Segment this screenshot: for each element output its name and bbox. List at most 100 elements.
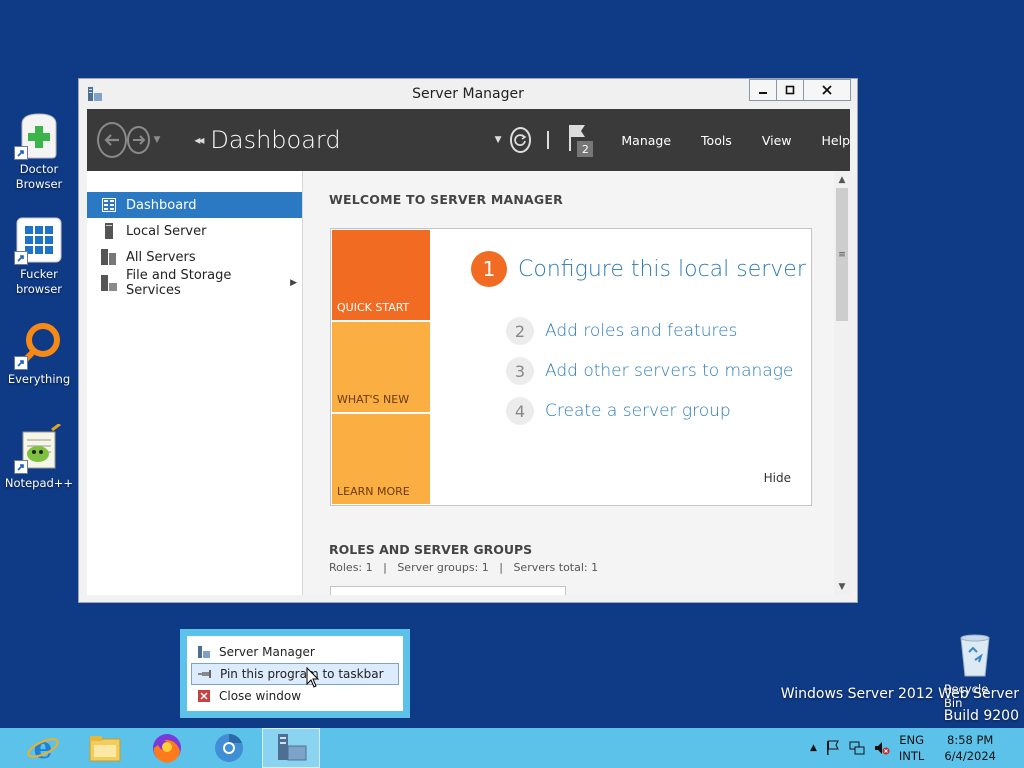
step-number: 2 bbox=[506, 317, 534, 345]
show-hidden-icons-icon[interactable]: ▲ bbox=[810, 743, 817, 753]
sidebar-item-all-servers[interactable]: All Servers bbox=[87, 244, 302, 270]
keyboard-layout: INTL bbox=[898, 749, 925, 763]
jumplist-label: Close window bbox=[219, 689, 302, 703]
window-controls bbox=[749, 79, 851, 101]
close-icon bbox=[822, 85, 832, 95]
taskbar-jump-list: Server Manager Pin this program to taskb… bbox=[180, 629, 410, 718]
server-manager-toolbar: ▼ ◂◂ Dashboard ▼ 2 Manage Tools View Hel… bbox=[87, 109, 850, 171]
step-label: Configure this local server bbox=[518, 256, 806, 282]
breadcrumb-arrows: ◂◂ bbox=[194, 133, 204, 147]
servers-icon bbox=[101, 249, 117, 265]
sidebar-item-local-server[interactable]: Local Server bbox=[87, 218, 302, 244]
watermark-line: Build 9200 bbox=[943, 708, 1019, 724]
refresh-dropdown-icon[interactable]: ▼ bbox=[495, 135, 502, 145]
taskbar-app-file-explorer[interactable] bbox=[76, 728, 134, 768]
title-bar[interactable]: Server Manager bbox=[79, 79, 857, 109]
configure-local-server-link[interactable]: 1 Configure this local server bbox=[471, 251, 806, 287]
scroll-thumb[interactable]: ≡ bbox=[836, 188, 848, 321]
sidebar-item-dashboard[interactable]: Dashboard bbox=[87, 192, 302, 218]
tab-label: WHAT'S NEW bbox=[337, 393, 410, 406]
role-card[interactable] bbox=[330, 586, 566, 595]
sidebar-item-label: File and Storage Services bbox=[126, 268, 232, 298]
taskbar-app-firefox[interactable] bbox=[138, 728, 196, 768]
os-watermark: Windows Server 2012 Web Server Build 920… bbox=[781, 683, 1019, 727]
taskbar-app-internet-explorer[interactable]: e bbox=[14, 728, 72, 768]
firefox-icon bbox=[153, 734, 181, 763]
vertical-scrollbar[interactable]: ▲ ≡ ▼ bbox=[834, 171, 850, 595]
toolbar-separator bbox=[547, 131, 550, 149]
add-roles-link[interactable]: 2 Add roles and features bbox=[506, 317, 737, 345]
sidebar-item-file-storage[interactable]: File and Storage Services ▶ bbox=[87, 268, 302, 298]
volume-muted-icon[interactable] bbox=[874, 740, 890, 756]
input-language-indicator[interactable]: ENG INTL bbox=[899, 732, 924, 764]
file-explorer-icon bbox=[89, 736, 121, 762]
desktop-icon-notepad-plus-plus[interactable]: Notepad++ bbox=[4, 422, 74, 491]
notifications-button[interactable]: 2 bbox=[567, 123, 594, 157]
menu-view[interactable]: View bbox=[762, 133, 792, 148]
everything-search-icon bbox=[14, 320, 64, 370]
roles-heading: ROLES AND SERVER GROUPS bbox=[329, 542, 533, 557]
jumplist-label: Pin this program to taskbar bbox=[220, 667, 384, 681]
taskbar-app-server-manager[interactable] bbox=[262, 728, 320, 768]
tab-label: LEARN MORE bbox=[337, 485, 410, 498]
menu-tools[interactable]: Tools bbox=[701, 133, 732, 148]
tab-quick-start[interactable]: QUICK START bbox=[332, 230, 430, 320]
desktop-icon-label: Everything bbox=[7, 372, 71, 386]
desktop-icon-fucker-browser[interactable]: Fucker browser bbox=[4, 215, 74, 297]
server-icon bbox=[101, 223, 117, 239]
arrow-left-icon bbox=[104, 134, 119, 146]
taskbar-app-chromium[interactable] bbox=[200, 728, 258, 768]
refresh-icon bbox=[514, 134, 527, 146]
desktop-icon-doctor-browser[interactable]: Doctor Browser bbox=[4, 110, 74, 192]
welcome-heading: WELCOME TO SERVER MANAGER bbox=[329, 192, 563, 207]
menu-manage[interactable]: Manage bbox=[621, 133, 671, 148]
notification-count-badge: 2 bbox=[577, 141, 594, 157]
refresh-button[interactable] bbox=[509, 127, 532, 153]
dashboard-icon bbox=[101, 197, 117, 213]
menu-help[interactable]: Help bbox=[822, 133, 851, 148]
desktop-icon-everything[interactable]: Everything bbox=[4, 320, 74, 387]
taskbar: e ▲ ENG INTL 8:58 PM 6/4/2024 bbox=[0, 728, 1024, 768]
close-button[interactable] bbox=[803, 79, 851, 101]
step-label: Create a server group bbox=[545, 401, 731, 421]
system-clock[interactable]: 8:58 PM 6/4/2024 bbox=[944, 732, 996, 764]
storage-icon bbox=[101, 275, 117, 291]
step-label: Add roles and features bbox=[545, 321, 738, 341]
sidebar-item-label: All Servers bbox=[126, 249, 196, 265]
minimize-button[interactable] bbox=[749, 79, 777, 101]
maximize-icon bbox=[785, 85, 795, 95]
tab-learn-more[interactable]: LEARN MORE bbox=[332, 414, 430, 504]
create-server-group-link[interactable]: 4 Create a server group bbox=[506, 397, 731, 425]
chromium-icon bbox=[215, 734, 243, 762]
sidebar-item-label: Local Server bbox=[126, 223, 207, 239]
hide-link[interactable]: Hide bbox=[764, 471, 791, 485]
action-center-flag-icon[interactable] bbox=[826, 740, 840, 756]
minimize-icon bbox=[759, 92, 767, 94]
history-dropdown-icon[interactable]: ▼ bbox=[153, 135, 160, 145]
maximize-button[interactable] bbox=[776, 79, 804, 101]
step-number: 1 bbox=[471, 251, 507, 287]
language-code: ENG bbox=[899, 733, 925, 747]
server-manager-icon bbox=[197, 645, 211, 659]
svg-text:e: e bbox=[33, 731, 52, 765]
tab-whats-new[interactable]: WHAT'S NEW bbox=[332, 322, 430, 412]
jumplist-item-pin[interactable]: Pin this program to taskbar bbox=[191, 663, 399, 685]
jumplist-item-server-manager[interactable]: Server Manager bbox=[191, 641, 399, 663]
sidebar: Dashboard Local Server All Servers File … bbox=[87, 171, 303, 595]
server-manager-icon bbox=[87, 86, 103, 102]
tab-label: QUICK START bbox=[337, 301, 410, 314]
scroll-up-icon[interactable]: ▲ bbox=[834, 171, 850, 188]
forward-button[interactable] bbox=[126, 126, 151, 154]
jumplist-label: Server Manager bbox=[219, 645, 315, 659]
step-label: Add other servers to manage bbox=[545, 361, 794, 381]
add-servers-link[interactable]: 3 Add other servers to manage bbox=[506, 357, 793, 385]
scroll-down-icon[interactable]: ▼ bbox=[834, 578, 850, 595]
back-button[interactable] bbox=[97, 122, 127, 158]
network-icon[interactable] bbox=[849, 740, 865, 756]
arrow-right-icon bbox=[132, 135, 146, 145]
recycle-bin-icon bbox=[960, 634, 990, 677]
desktop-icon-label: Notepad++ bbox=[4, 476, 74, 490]
jumplist-item-close-window[interactable]: Close window bbox=[191, 685, 399, 707]
chevron-right-icon[interactable]: ▶ bbox=[290, 278, 297, 288]
close-window-icon bbox=[197, 689, 211, 703]
